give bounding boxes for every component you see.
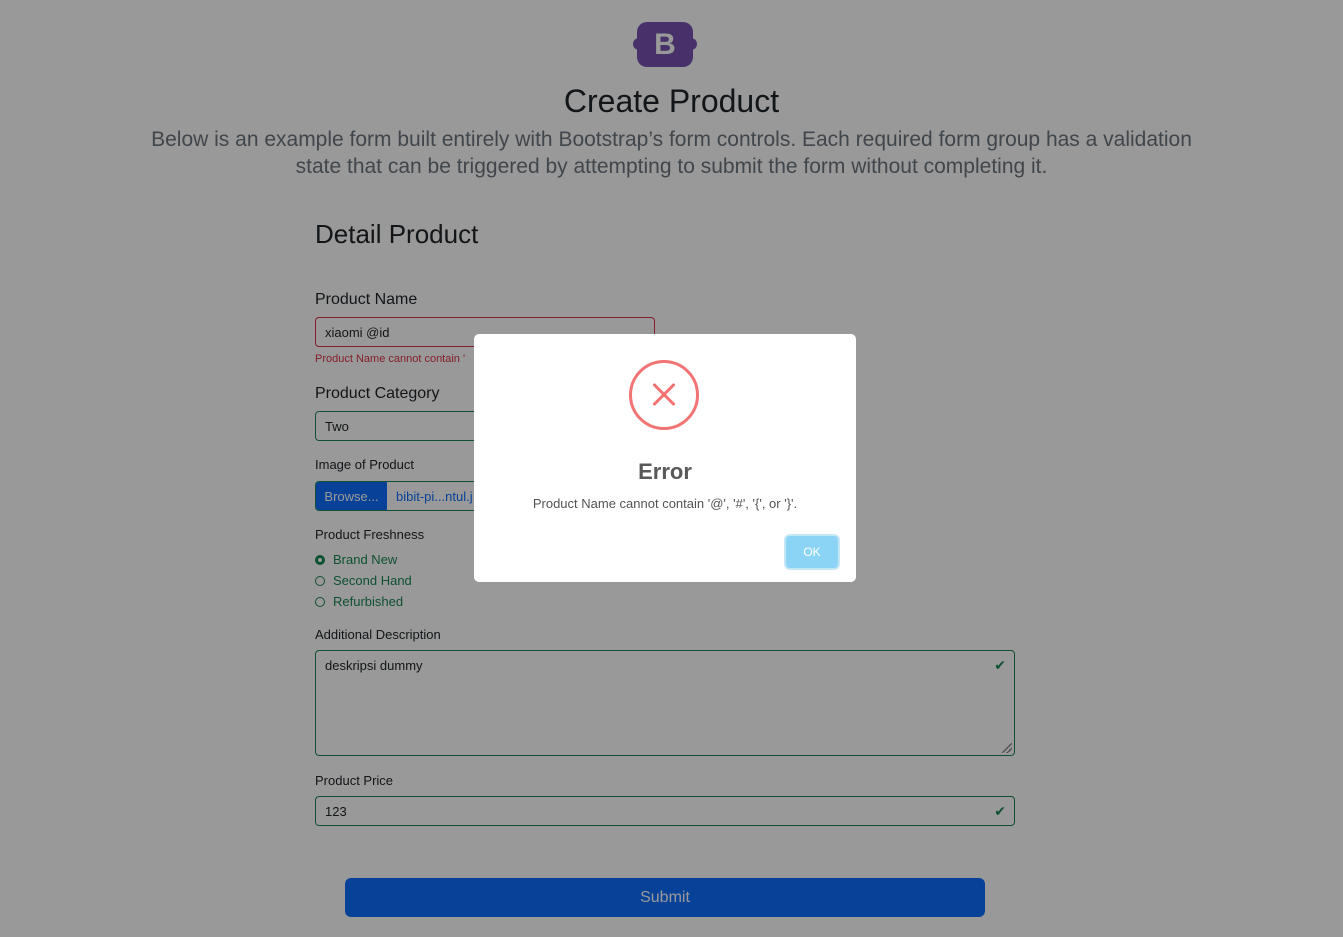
- error-x-icon: [629, 360, 699, 430]
- ok-button[interactable]: OK: [786, 536, 838, 568]
- dialog-title: Error: [638, 459, 692, 484]
- error-dialog: Error Product Name cannot contain '@', '…: [474, 334, 856, 582]
- dialog-message: Product Name cannot contain '@', '#', '{…: [532, 496, 798, 511]
